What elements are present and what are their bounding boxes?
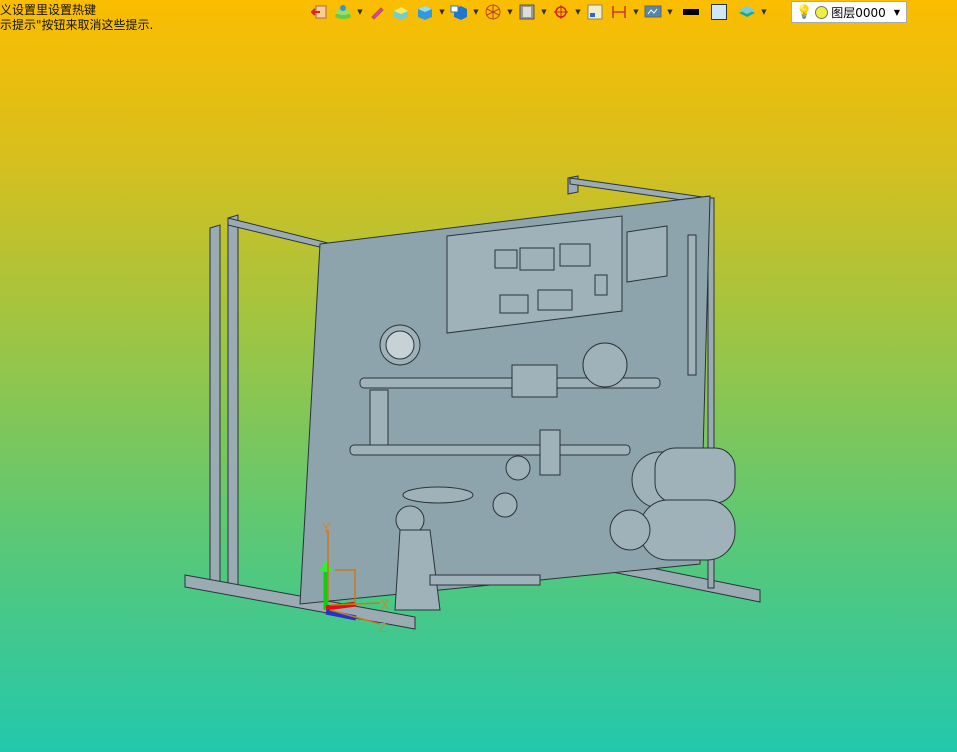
- axis-label-x: X: [380, 598, 390, 614]
- axis-label-z: Z: [378, 621, 386, 635]
- 3d-viewport[interactable]: Y X Z: [0, 0, 957, 752]
- axis-label-y: Y: [321, 521, 331, 537]
